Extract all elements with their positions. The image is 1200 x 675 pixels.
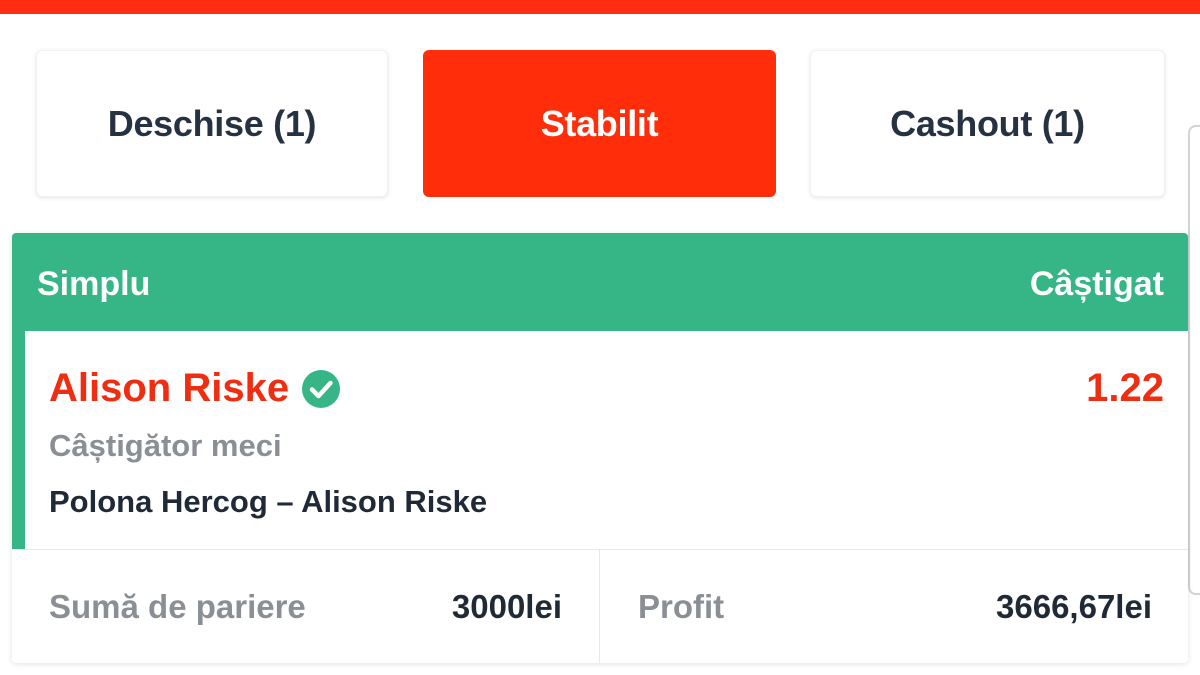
tab-open-bets-label: Deschise (1) <box>107 102 317 144</box>
market-name: Câștigător meci <box>49 428 282 463</box>
bet-card[interactable]: Simplu Câștigat Alison Riske 1.22 Câștig… <box>12 233 1188 663</box>
event-name: Polona Hercog – Alison Riske <box>49 484 488 519</box>
bet-type: Simplu <box>37 265 151 303</box>
stake-value: 3000lei <box>451 588 562 625</box>
selection-name: Alison Riske <box>49 366 290 410</box>
profit-label: Profit <box>638 588 725 625</box>
profit-value: 3666,67lei <box>996 588 1152 625</box>
selection-row: Alison Riske <box>49 366 341 411</box>
check-circle-icon <box>301 369 341 409</box>
win-indicator-stripe <box>12 331 25 549</box>
bet-card-header: Simplu Câștigat <box>12 233 1188 331</box>
stake-label: Sumă de pariere <box>49 588 306 625</box>
tab-open-bets[interactable]: Deschise (1) <box>36 50 388 197</box>
tab-settled-bets-label: Stabilit <box>540 102 659 144</box>
tab-settled-bets[interactable]: Stabilit <box>423 50 776 197</box>
side-scroll-handle[interactable] <box>1188 125 1200 595</box>
selection-odds: 1.22 <box>1086 366 1164 410</box>
bet-status: Câștigat <box>1029 265 1164 303</box>
top-accent-bar <box>0 0 1200 14</box>
tab-cashout-label: Cashout (1) <box>890 102 1085 144</box>
tab-cashout[interactable]: Cashout (1) <box>810 50 1165 197</box>
bet-footer: Sumă de pariere 3000lei Profit 3666,67le… <box>12 549 1188 663</box>
footer-divider <box>599 550 600 663</box>
